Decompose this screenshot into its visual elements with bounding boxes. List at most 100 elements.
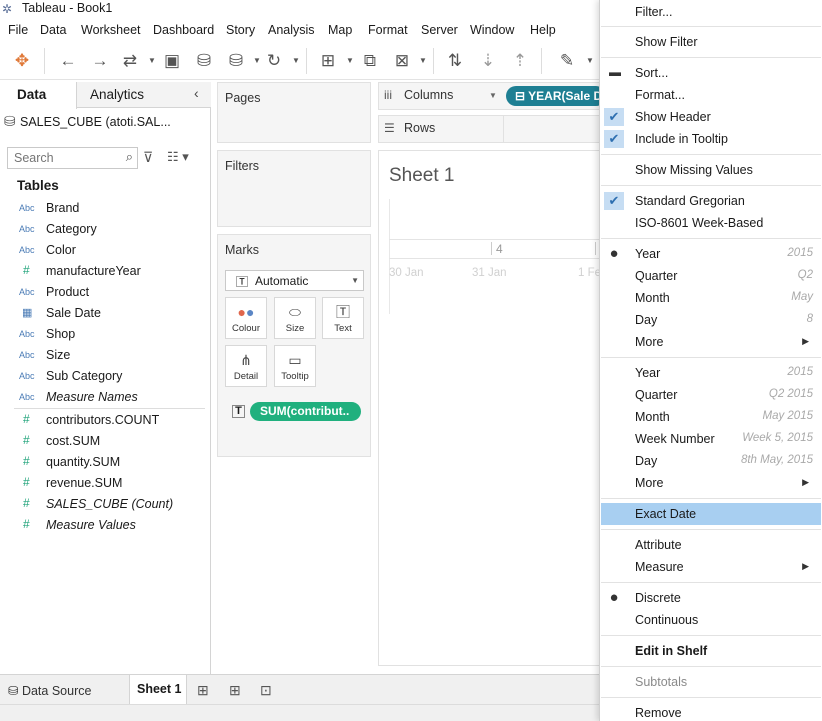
pages-shelf[interactable]: Pages — [217, 82, 371, 143]
field-quantity-sum[interactable]: # quantity.SUM — [0, 453, 205, 473]
menu-format[interactable]: Format... — [601, 84, 821, 106]
menu-server[interactable]: Server — [421, 23, 458, 37]
sheet-title[interactable]: Sheet 1 — [389, 165, 455, 187]
tooltip-button[interactable]: ▭ Tooltip — [274, 345, 316, 387]
sort-descending-icon[interactable]: ⇡ — [509, 50, 531, 72]
menu-discrete-more[interactable]: More ▶ — [601, 331, 821, 353]
field-sub-category[interactable]: Abc Sub Category — [0, 367, 205, 387]
menu-map[interactable]: Map — [328, 23, 352, 37]
menu-continuous-more[interactable]: More ▶ — [601, 472, 821, 494]
size-button[interactable]: ⬭ Size — [274, 297, 316, 339]
menu-continuous-week-number[interactable]: Week Number Week 5, 2015 — [601, 428, 821, 450]
menu-file[interactable]: File — [8, 23, 28, 37]
menu-dashboard[interactable]: Dashboard — [153, 23, 214, 37]
field-contributors-count[interactable]: # contributors.COUNT — [0, 411, 205, 431]
highlight-dropdown-icon[interactable]: ▼ — [586, 56, 594, 65]
field-cost-sum[interactable]: # cost.SUM — [0, 432, 205, 452]
refresh-dropdown-icon[interactable]: ▼ — [292, 56, 300, 65]
datasource-name[interactable]: SALES_CUBE (atoti.SAL... — [20, 115, 171, 129]
menu-continuous-month[interactable]: Month May 2015 — [601, 406, 821, 428]
menu-measure[interactable]: Measure ▶ — [601, 556, 821, 578]
menu-include-in-tooltip[interactable]: ✔ Include in Tooltip — [601, 128, 821, 150]
menu-discrete-day[interactable]: Day 8 — [601, 309, 821, 331]
menu-analysis[interactable]: Analysis — [268, 23, 315, 37]
colour-button[interactable]: ●● Colour — [225, 297, 267, 339]
field-category[interactable]: Abc Category — [0, 220, 205, 240]
menu-continuous-quarter[interactable]: Quarter Q2 2015 — [601, 384, 821, 406]
field-sale-date[interactable]: ▦ Sale Date — [0, 304, 205, 324]
search-icon[interactable]: ⌕ — [126, 149, 133, 165]
tab-analytics[interactable]: Analytics — [90, 87, 144, 102]
redo-icon[interactable]: → — [89, 50, 111, 72]
field-brand[interactable]: Abc Brand — [0, 199, 205, 219]
menu-standard-gregorian[interactable]: ✔ Standard Gregorian — [601, 190, 821, 212]
mark-type-dropdown[interactable]: 🅃 Automatic ▼ — [225, 270, 364, 291]
menu-show-filter[interactable]: Show Filter — [601, 31, 821, 53]
clear-dropdown-icon[interactable]: ▼ — [419, 56, 427, 65]
search-input[interactable] — [8, 148, 116, 168]
collapse-pane-icon[interactable]: ‹ — [194, 85, 199, 101]
sort-ascending-icon[interactable]: ⇣ — [477, 50, 499, 72]
detail-button[interactable]: ⋔ Detail — [225, 345, 267, 387]
datasource-tab[interactable]: ⛁ Data Source — [8, 683, 91, 698]
field-size[interactable]: Abc Size — [0, 346, 205, 366]
field-measure-values[interactable]: # Measure Values — [0, 516, 205, 536]
new-dashboard-icon[interactable]: ⊞ — [229, 682, 241, 699]
text-button[interactable]: 🅃 Text — [322, 297, 364, 339]
menu-format[interactable]: Format — [368, 23, 408, 37]
swap-icon[interactable]: ⇅ — [444, 50, 466, 72]
menu-attribute[interactable]: Attribute — [601, 534, 821, 556]
menu-continuous-day[interactable]: Day 8th May, 2015 — [601, 450, 821, 472]
new-story-icon[interactable]: ⊡ — [260, 682, 272, 699]
menu-show-missing-values[interactable]: Show Missing Values — [601, 159, 821, 181]
menu-show-header[interactable]: ✔ Show Header — [601, 106, 821, 128]
menu-remove[interactable]: Remove — [601, 702, 821, 721]
field-measure-names[interactable]: Abc Measure Names — [0, 388, 205, 408]
field-product[interactable]: Abc Product — [0, 283, 205, 303]
menu-continuous[interactable]: Continuous — [601, 609, 821, 631]
filter-icon[interactable]: ⊽ — [143, 149, 153, 166]
menu-discrete-year[interactable]: ● Year 2015 — [601, 243, 821, 265]
year-sale-date-pill[interactable]: ⊟ YEAR(Sale D — [506, 86, 606, 106]
field-sales-cube-count[interactable]: # SALES_CUBE (Count) — [0, 495, 205, 515]
menu-discrete-quarter[interactable]: Quarter Q2 — [601, 265, 821, 287]
sheet-tab[interactable]: Sheet 1 — [129, 675, 187, 705]
view-list-icon[interactable]: ☷ ▾ — [167, 149, 189, 165]
rows-shelf[interactable]: ☰ Rows — [378, 115, 600, 143]
menu-exact-date[interactable]: Exact Date — [601, 503, 821, 525]
field-manufactureyear[interactable]: # manufactureYear — [0, 262, 205, 282]
menu-story[interactable]: Story — [226, 23, 255, 37]
duplicate-icon[interactable]: ⧉ — [359, 50, 381, 72]
tableau-home-icon[interactable]: ✥ — [11, 50, 33, 72]
menu-subtotals[interactable]: Subtotals — [601, 671, 821, 693]
menu-discrete-month[interactable]: Month May — [601, 287, 821, 309]
menu-iso-week-based[interactable]: ISO-8601 Week-Based — [601, 212, 821, 234]
menu-sort[interactable]: ▬ Sort... — [601, 62, 821, 84]
replay-dropdown-icon[interactable]: ▼ — [148, 56, 156, 65]
menu-filter[interactable]: Filter... — [601, 1, 821, 23]
refresh-icon[interactable]: ↻ — [263, 50, 285, 72]
marks-measure-pill[interactable]: SUM(contribut.. — [250, 402, 361, 421]
pause-updates-icon[interactable]: ⛁ — [225, 50, 247, 72]
replay-icon[interactable]: ⇄ — [119, 50, 141, 72]
highlight-icon[interactable]: ✎ — [556, 50, 578, 72]
pause-dropdown-icon[interactable]: ▼ — [253, 56, 261, 65]
menu-continuous-year[interactable]: Year 2015 — [601, 362, 821, 384]
new-datasource-icon[interactable]: ⛁ — [193, 50, 215, 72]
menu-help[interactable]: Help — [530, 23, 556, 37]
new-worksheet-icon[interactable]: ⊞ — [317, 50, 339, 72]
tab-data[interactable]: Data — [0, 82, 77, 109]
field-shop[interactable]: Abc Shop — [0, 325, 205, 345]
menu-data[interactable]: Data — [40, 23, 66, 37]
clear-sheet-icon[interactable]: ⊠ — [391, 50, 413, 72]
field-revenue-sum[interactable]: # revenue.SUM — [0, 474, 205, 494]
save-icon[interactable]: ▣ — [161, 50, 183, 72]
field-color[interactable]: Abc Color — [0, 241, 205, 261]
new-worksheet-dropdown-icon[interactable]: ▼ — [346, 56, 354, 65]
filters-shelf[interactable]: Filters — [217, 150, 371, 227]
menu-window[interactable]: Window — [470, 23, 514, 37]
menu-worksheet[interactable]: Worksheet — [81, 23, 141, 37]
columns-shelf[interactable]: iii Columns ▼ ⊟ YEAR(Sale D — [378, 82, 606, 110]
new-worksheet-icon[interactable]: ⊞ — [197, 682, 209, 699]
undo-icon[interactable]: ← — [57, 50, 79, 72]
